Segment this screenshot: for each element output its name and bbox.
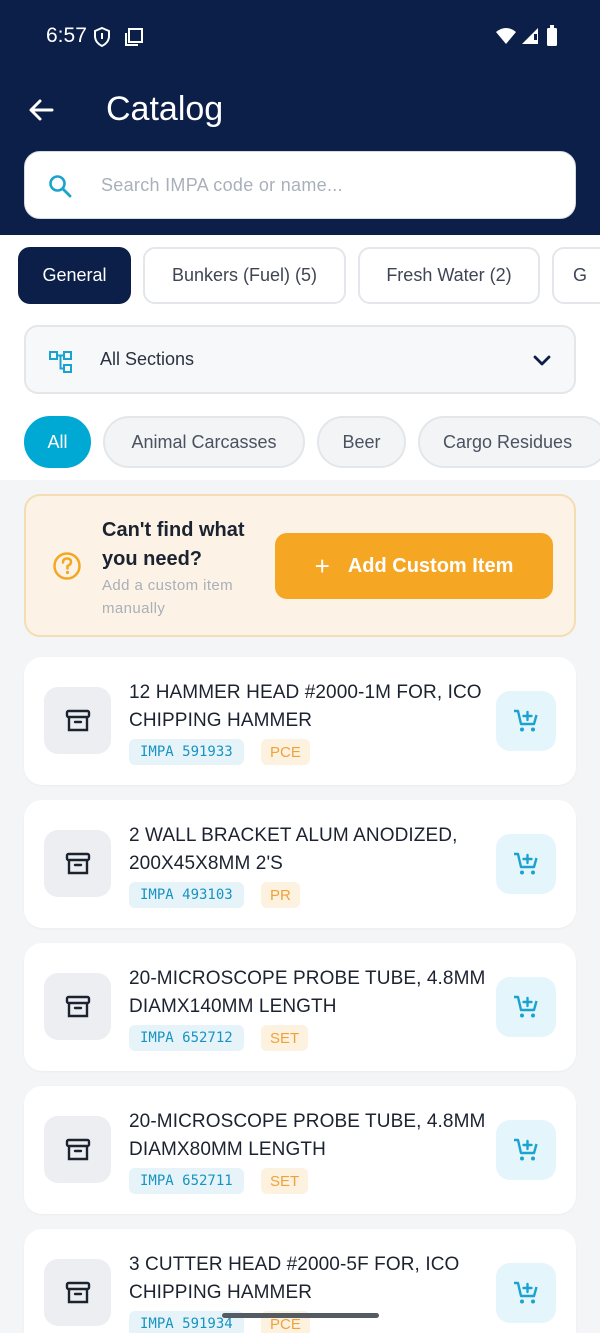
help-circle-icon (52, 551, 82, 586)
impa-code-badge: IMPA 652711 (129, 1168, 244, 1194)
plus-icon: + (314, 550, 330, 581)
page-title: Catalog (106, 90, 224, 128)
catalog-item-card[interactable]: 20-MICROSCOPE PROBE TUBE, 4.8MM DIAMX80M… (24, 1086, 576, 1214)
search-icon (47, 173, 73, 204)
unit-badge: PCE (261, 739, 310, 765)
chip-beer[interactable]: Beer (317, 416, 406, 468)
wifi-icon (495, 26, 517, 51)
catalog-item-card[interactable]: 12 HAMMER HEAD #2000-1M FOR, ICO CHIPPIN… (24, 657, 576, 785)
tab-partial[interactable]: G (552, 247, 600, 304)
impa-code-badge: IMPA 652712 (129, 1025, 244, 1051)
archive-box-icon (44, 1259, 111, 1326)
unit-badge: PR (261, 882, 300, 908)
cart-plus-icon (514, 1138, 538, 1161)
catalog-item-card[interactable]: 20-MICROSCOPE PROBE TUBE, 4.8MM DIAMX140… (24, 943, 576, 1071)
signal-icon (520, 26, 540, 51)
add-to-cart-button[interactable] (496, 691, 556, 751)
archive-box-icon (44, 973, 111, 1040)
add-to-cart-button[interactable] (496, 977, 556, 1037)
impa-code-badge: IMPA 493103 (129, 882, 244, 908)
chip-all[interactable]: All (24, 416, 91, 468)
custom-item-subtitle: Add a custom item manually (102, 577, 234, 617)
tab-fresh-water[interactable]: Fresh Water (2) (358, 247, 540, 304)
item-name: 20-MICROSCOPE PROBE TUBE, 4.8MM DIAMX140… (129, 968, 486, 1017)
custom-item-card: Can't find what you need? Add a custom i… (24, 494, 576, 637)
shield-icon (92, 26, 112, 53)
add-custom-item-button[interactable]: + Add Custom Item (275, 533, 553, 599)
notification-icon (124, 27, 144, 52)
item-name: 3 CUTTER HEAD #2000-5F FOR, ICO CHIPPING… (129, 1254, 460, 1303)
tab-general[interactable]: General (18, 247, 131, 304)
chevron-down-icon (532, 351, 552, 376)
unit-badge: SET (261, 1025, 309, 1051)
cart-plus-icon (514, 1281, 538, 1304)
cart-plus-icon (514, 852, 538, 875)
add-to-cart-button[interactable] (496, 834, 556, 894)
catalog-item-card[interactable]: 2 WALL BRACKET ALUM ANODIZED, 200X45X8MM… (24, 800, 576, 928)
add-to-cart-button[interactable] (496, 1263, 556, 1323)
chip-animal-carcasses[interactable]: Animal Carcasses (103, 416, 305, 468)
section-dropdown-value: All Sections (100, 349, 195, 369)
search-placeholder: Search IMPA code or name... (101, 175, 343, 195)
back-arrow-icon[interactable] (26, 94, 58, 126)
cart-plus-icon (514, 709, 538, 732)
battery-icon (546, 25, 558, 52)
custom-item-title: Can't find what you need? (102, 519, 245, 570)
item-name: 20-MICROSCOPE PROBE TUBE, 4.8MM DIAMX80M… (129, 1111, 486, 1160)
archive-box-icon (44, 1116, 111, 1183)
filter-area: General Bunkers (Fuel) (5) Fresh Water (… (0, 235, 600, 480)
search-input[interactable]: Search IMPA code or name... (24, 151, 576, 219)
impa-code-badge: IMPA 591933 (129, 739, 244, 765)
archive-box-icon (44, 830, 111, 897)
item-name: 2 WALL BRACKET ALUM ANODIZED, 200X45X8MM… (129, 825, 458, 874)
unit-badge: SET (261, 1168, 309, 1194)
status-bar: 6:57 (0, 0, 600, 72)
section-dropdown[interactable]: All Sections (24, 325, 576, 394)
archive-box-icon (44, 687, 111, 754)
home-indicator[interactable] (222, 1313, 379, 1318)
tab-bunkers-fuel[interactable]: Bunkers (Fuel) (5) (143, 247, 346, 304)
item-name: 12 HAMMER HEAD #2000-1M FOR, ICO CHIPPIN… (129, 682, 482, 731)
sections-tree-icon (48, 349, 74, 380)
add-to-cart-button[interactable] (496, 1120, 556, 1180)
chip-cargo-residues[interactable]: Cargo Residues (418, 416, 600, 468)
cart-plus-icon (514, 995, 538, 1018)
app-header: 6:57 Catalog Search IMPA code or name... (0, 0, 600, 235)
status-time: 6:57 (46, 24, 87, 47)
add-custom-item-label: Add Custom Item (347, 554, 514, 577)
